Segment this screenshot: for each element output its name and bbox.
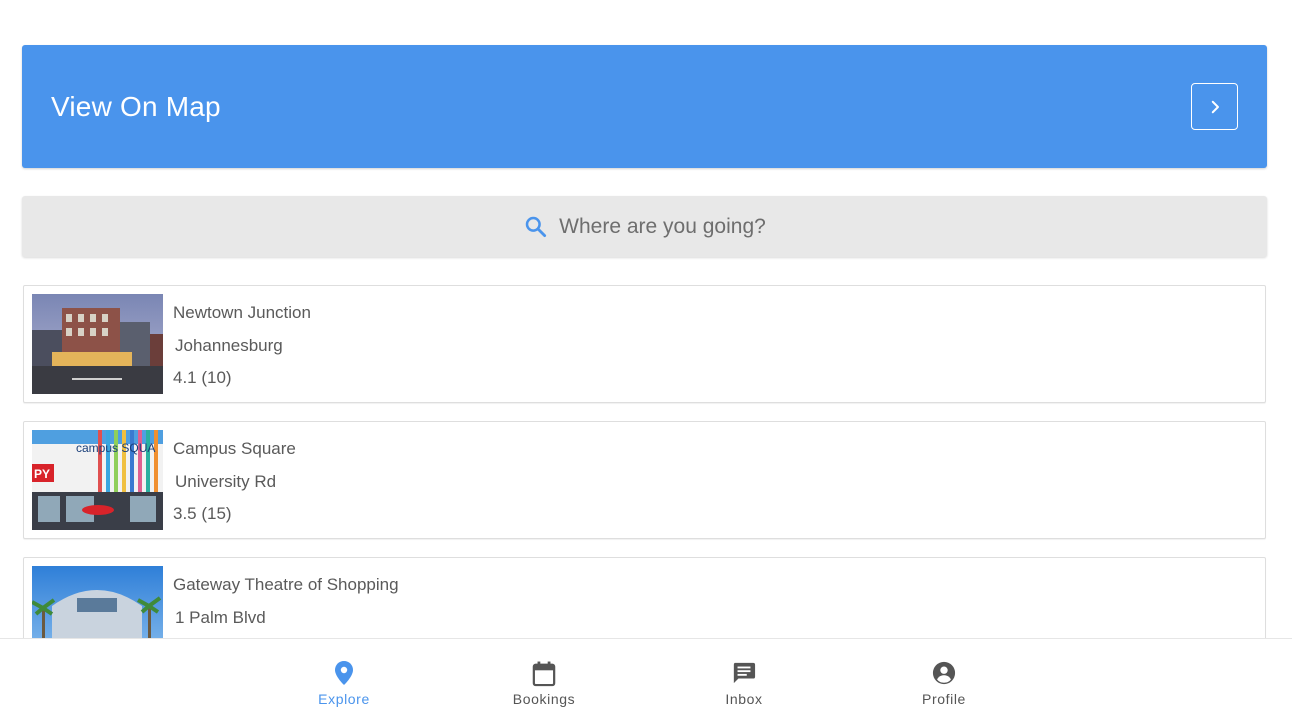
campus-sign-text: campus SQUA	[76, 441, 155, 455]
nav-label: Profile	[922, 691, 966, 707]
calendar-icon	[532, 660, 556, 688]
place-name: Newtown Junction	[173, 303, 311, 322]
nav-bookings[interactable]: Bookings	[484, 639, 604, 720]
place-address: Johannesburg	[175, 336, 283, 355]
campus-square-photo: campus SQUA PY	[32, 430, 163, 530]
view-on-map-title: View On Map	[51, 91, 221, 122]
place-address: 1 Palm Blvd	[175, 608, 266, 627]
nav-label: Bookings	[512, 691, 576, 707]
location-pin-icon	[332, 660, 356, 688]
store-sign-text: PY	[34, 467, 50, 481]
app-root: View On Map Where are you going? Newtown…	[0, 0, 1292, 720]
place-card-gateway-theatre[interactable]: Gateway Theatre of Shopping 1 Palm Blvd	[23, 557, 1266, 638]
newtown-junction-photo	[32, 294, 163, 394]
view-on-map-button[interactable]	[1191, 83, 1238, 130]
explore-list[interactable]: View On Map Where are you going? Newtown…	[0, 0, 1292, 638]
place-name: Gateway Theatre of Shopping	[173, 575, 399, 594]
nav-profile[interactable]: Profile	[884, 639, 1004, 720]
place-rating: 4.1 (10)	[173, 368, 232, 387]
search-bar[interactable]: Where are you going?	[22, 196, 1267, 257]
nav-label: Inbox	[725, 691, 763, 707]
place-card-newtown-junction[interactable]: Newtown Junction Johannesburg 4.1 (10)	[23, 285, 1266, 403]
chevron-right-icon	[1206, 98, 1224, 116]
nav-label: Explore	[318, 691, 370, 707]
place-name: Campus Square	[173, 439, 296, 458]
bottom-navigation: Explore Bookings Inbox Profile	[0, 638, 1292, 720]
gateway-theatre-photo	[32, 566, 163, 638]
search-input[interactable]: Where are you going?	[559, 215, 766, 239]
view-on-map-banner[interactable]: View On Map	[22, 45, 1267, 168]
chat-icon	[732, 660, 756, 688]
place-rating: 3.5 (15)	[173, 504, 232, 523]
search-icon	[523, 214, 549, 240]
place-card-campus-square[interactable]: campus SQUA PY Campus Square University …	[23, 421, 1266, 539]
nav-inbox[interactable]: Inbox	[684, 639, 804, 720]
account-circle-icon	[932, 660, 956, 688]
place-address: University Rd	[175, 472, 277, 491]
nav-explore[interactable]: Explore	[284, 639, 404, 720]
